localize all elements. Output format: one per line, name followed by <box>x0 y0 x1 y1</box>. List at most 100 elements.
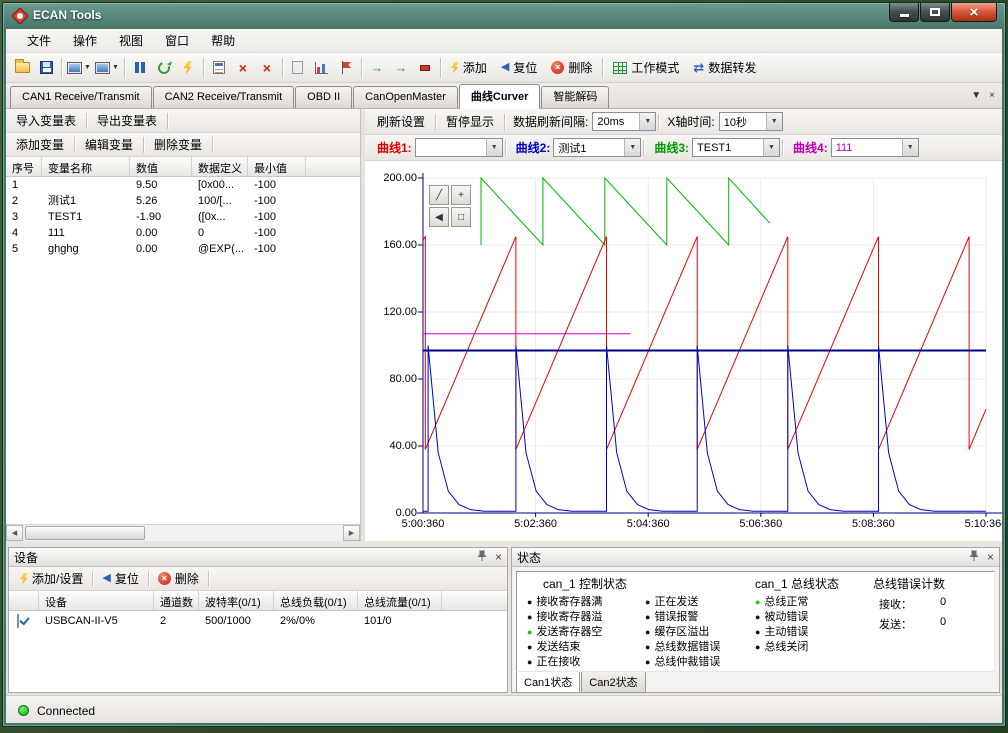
column-header-busflow[interactable]: 总线流量(0/1) <box>358 591 442 610</box>
import-variables-button[interactable]: 导入变量表 <box>8 109 84 132</box>
stop-button[interactable] <box>413 56 437 80</box>
stop-send-button[interactable]: × <box>231 56 255 80</box>
pin-icon[interactable] <box>969 550 979 564</box>
chevron-down-icon: ▼ <box>902 139 918 156</box>
menu-operate[interactable]: 操作 <box>62 29 108 52</box>
delete-variable-button[interactable]: 删除变量 <box>146 133 210 156</box>
frame-form-button[interactable] <box>207 56 231 80</box>
tab-smart-decode[interactable]: 智能解码 <box>541 86 609 108</box>
column-header-name[interactable]: 变量名称 <box>42 157 130 176</box>
tab-curve[interactable]: 曲线Curver <box>459 84 540 109</box>
device-name-cell: USBCAN-II-V5 <box>39 615 154 627</box>
device-busload-cell: 2%/0% <box>274 615 358 627</box>
scrollbar-track[interactable] <box>23 525 343 541</box>
column-header-baudrate[interactable]: 波特率(0/1) <box>199 591 274 610</box>
statistics-button[interactable] <box>310 56 334 80</box>
data-forward-button[interactable]: ⇄数据转发 <box>686 56 763 80</box>
separator <box>92 571 93 587</box>
close-panel-icon[interactable]: × <box>987 551 994 563</box>
chart-zoom-in-button[interactable]: + <box>451 185 471 205</box>
display-window-button[interactable]: ▼ <box>93 56 121 80</box>
tab-can1-receive-transmit[interactable]: CAN1 Receive/Transmit <box>10 86 152 108</box>
refresh-button[interactable] <box>152 56 176 80</box>
variable-row[interactable]: 19.50[0x00...-100 <box>6 177 360 193</box>
pin-icon[interactable] <box>477 550 487 564</box>
tab-obd2[interactable]: OBD II <box>295 86 352 108</box>
tab-close-icon[interactable]: × <box>989 90 995 101</box>
column-header-min[interactable]: 最小值 <box>248 157 306 176</box>
device-panel-buttons: × <box>477 550 502 564</box>
interval-label: 数据刷新间隔: <box>513 113 588 130</box>
curve1-combobox[interactable]: ▼ <box>415 138 503 157</box>
device-add-label: 添加/设置 <box>32 570 83 587</box>
column-header-channels[interactable]: 通道数 <box>154 591 199 610</box>
clear-button[interactable] <box>176 56 200 80</box>
close-button[interactable]: × <box>951 3 997 22</box>
tab-list-icon[interactable]: ▼ <box>971 90 981 101</box>
delete-device-button[interactable]: ×删除 <box>544 56 599 80</box>
refresh-settings-button[interactable]: 刷新设置 <box>369 110 433 133</box>
status-led-icon: ● <box>755 595 760 609</box>
start-all-button[interactable]: → <box>389 56 413 80</box>
add-device-button[interactable]: 添加 <box>444 56 494 80</box>
clear-list-button[interactable]: × <box>255 56 279 80</box>
column-header-device[interactable]: 设备 <box>39 591 154 610</box>
chart-reset-button[interactable]: □ <box>451 207 471 227</box>
interval-combobox[interactable]: 20ms▼ <box>592 112 656 131</box>
device-checkbox[interactable] <box>17 614 19 628</box>
menu-window[interactable]: 窗口 <box>154 29 200 52</box>
chevron-down-icon: ▼ <box>639 113 655 130</box>
curve3-combobox[interactable]: TEST1▼ <box>692 138 780 157</box>
curve-chart[interactable]: ╱ + ◀ □ 200.00160.00120.0080.0040.000.00… <box>365 161 1002 541</box>
work-mode-button[interactable]: 工作模式 <box>606 56 686 80</box>
tab-canopenmaster[interactable]: CanOpenMaster <box>353 86 458 108</box>
open-file-button[interactable] <box>10 56 34 80</box>
titlebar[interactable]: ECAN Tools × <box>3 3 1005 29</box>
filter-button[interactable] <box>286 56 310 80</box>
variable-row[interactable]: 41110.000-100 <box>6 225 360 241</box>
variable-row[interactable]: 5ghghg0.00@EXP(...-100 <box>6 241 360 257</box>
edit-variable-button[interactable]: 编辑变量 <box>77 133 141 156</box>
device-delete-button[interactable]: ×删除 <box>151 567 206 591</box>
device-row[interactable]: USBCAN-II-V5 2 500/1000 2%/0% 101/0 <box>9 611 507 631</box>
column-header-index[interactable]: 序号 <box>6 157 42 176</box>
variable-row[interactable]: 2测试15.26100/[...-100 <box>6 193 360 209</box>
start-button[interactable]: → <box>365 56 389 80</box>
chart-curve-tool-button[interactable]: ╱ <box>429 185 449 205</box>
scroll-right-icon[interactable]: ▶ <box>343 525 360 541</box>
tab-can2-receive-transmit[interactable]: CAN2 Receive/Transmit <box>153 86 295 108</box>
column-header-value[interactable]: 数值 <box>130 157 192 176</box>
curve2-combobox[interactable]: 测试1▼ <box>553 138 641 157</box>
xaxis-time-combobox[interactable]: 10秒▼ <box>719 112 783 131</box>
scroll-left-icon[interactable]: ◀ <box>6 525 23 541</box>
series-curve2-spikes-decay <box>423 346 986 512</box>
tab-can2-status[interactable]: Can2状态 <box>581 672 645 693</box>
column-header-definition[interactable]: 数据定义 <box>192 157 248 176</box>
reset-device-button[interactable]: ◀复位 <box>494 56 544 80</box>
save-file-button[interactable] <box>34 56 58 80</box>
menu-view[interactable]: 视图 <box>108 29 154 52</box>
flag-button[interactable] <box>334 56 358 80</box>
variable-row[interactable]: 3TEST1-1.90([0x...-100 <box>6 209 360 225</box>
export-variables-button[interactable]: 导出变量表 <box>89 109 165 132</box>
minimize-button[interactable] <box>889 3 919 22</box>
curve4-combobox[interactable]: 111▼ <box>831 138 919 157</box>
device-add-settings-button[interactable]: 添加/设置 <box>13 567 90 591</box>
horizontal-scrollbar[interactable]: ◀ ▶ <box>6 524 360 541</box>
close-panel-icon[interactable]: × <box>495 551 502 563</box>
tab-can1-status[interactable]: Can1状态 <box>516 672 580 693</box>
column-header-busload[interactable]: 总线负载(0/1) <box>274 591 358 610</box>
pause-button[interactable] <box>128 56 152 80</box>
add-variable-button[interactable]: 添加变量 <box>8 133 72 156</box>
chart-pan-button[interactable]: ◀ <box>429 207 449 227</box>
status-item: ●发送寄存器空 <box>527 625 645 639</box>
scrollbar-thumb[interactable] <box>25 526 145 540</box>
desktop: ECAN Tools × 文件 操作 视图 窗口 帮助 ▼ ▼ × <box>0 0 1008 733</box>
maximize-button[interactable] <box>920 3 950 22</box>
send-window-button[interactable]: ▼ <box>65 56 93 80</box>
device-reset-button[interactable]: ◀复位 <box>95 567 145 591</box>
menu-help[interactable]: 帮助 <box>200 29 246 52</box>
pause-display-button[interactable]: 暂停显示 <box>438 110 502 133</box>
status-item: ●错误报警 <box>645 610 755 624</box>
menu-file[interactable]: 文件 <box>16 29 62 52</box>
